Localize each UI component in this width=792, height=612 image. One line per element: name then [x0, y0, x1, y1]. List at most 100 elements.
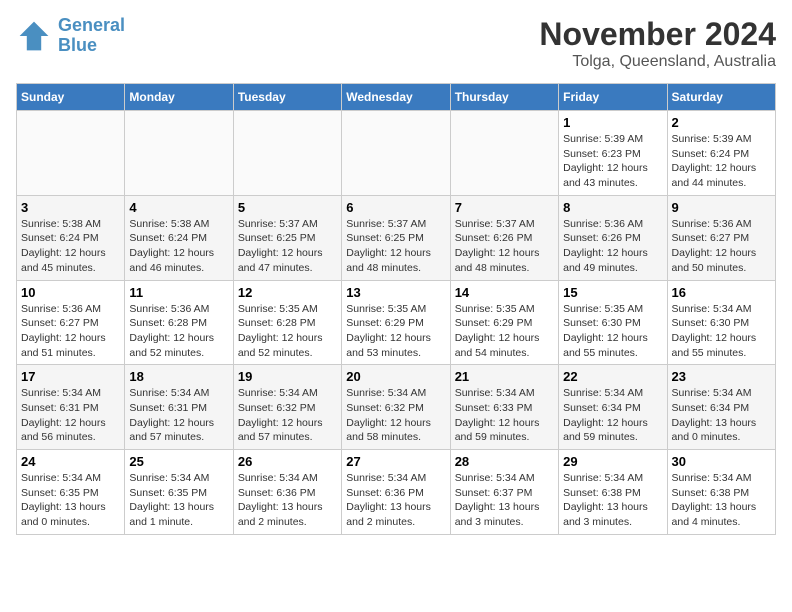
calendar-cell: 14 Sunrise: 5:35 AMSunset: 6:29 PMDaylig…: [450, 280, 558, 365]
calendar-header-row: SundayMondayTuesdayWednesdayThursdayFrid…: [17, 84, 776, 111]
calendar-cell: 1 Sunrise: 5:39 AMSunset: 6:23 PMDayligh…: [559, 111, 667, 196]
day-info: Sunrise: 5:36 AMSunset: 6:27 PMDaylight:…: [672, 217, 771, 276]
logo-blue: Blue: [58, 35, 97, 55]
day-number: 11: [129, 285, 228, 300]
col-header-saturday: Saturday: [667, 84, 775, 111]
day-number: 13: [346, 285, 445, 300]
calendar-cell: 7 Sunrise: 5:37 AMSunset: 6:26 PMDayligh…: [450, 195, 558, 280]
calendar-cell: [342, 111, 450, 196]
day-number: 7: [455, 200, 554, 215]
calendar-cell: 22 Sunrise: 5:34 AMSunset: 6:34 PMDaylig…: [559, 365, 667, 450]
day-info: Sunrise: 5:34 AMSunset: 6:33 PMDaylight:…: [455, 386, 554, 445]
calendar-cell: 28 Sunrise: 5:34 AMSunset: 6:37 PMDaylig…: [450, 450, 558, 535]
calendar-cell: 12 Sunrise: 5:35 AMSunset: 6:28 PMDaylig…: [233, 280, 341, 365]
day-number: 19: [238, 369, 337, 384]
day-info: Sunrise: 5:34 AMSunset: 6:32 PMDaylight:…: [346, 386, 445, 445]
calendar-cell: 30 Sunrise: 5:34 AMSunset: 6:38 PMDaylig…: [667, 450, 775, 535]
calendar-cell: 18 Sunrise: 5:34 AMSunset: 6:31 PMDaylig…: [125, 365, 233, 450]
day-info: Sunrise: 5:34 AMSunset: 6:35 PMDaylight:…: [21, 471, 120, 530]
day-number: 12: [238, 285, 337, 300]
day-info: Sunrise: 5:37 AMSunset: 6:25 PMDaylight:…: [238, 217, 337, 276]
day-info: Sunrise: 5:34 AMSunset: 6:36 PMDaylight:…: [346, 471, 445, 530]
title-area: November 2024 Tolga, Queensland, Austral…: [539, 16, 776, 71]
calendar-cell: 21 Sunrise: 5:34 AMSunset: 6:33 PMDaylig…: [450, 365, 558, 450]
day-number: 4: [129, 200, 228, 215]
day-number: 23: [672, 369, 771, 384]
calendar-cell: 15 Sunrise: 5:35 AMSunset: 6:30 PMDaylig…: [559, 280, 667, 365]
calendar-cell: 8 Sunrise: 5:36 AMSunset: 6:26 PMDayligh…: [559, 195, 667, 280]
calendar-cell: [450, 111, 558, 196]
calendar-cell: 29 Sunrise: 5:34 AMSunset: 6:38 PMDaylig…: [559, 450, 667, 535]
day-info: Sunrise: 5:35 AMSunset: 6:29 PMDaylight:…: [346, 302, 445, 361]
day-info: Sunrise: 5:37 AMSunset: 6:26 PMDaylight:…: [455, 217, 554, 276]
day-number: 15: [563, 285, 662, 300]
day-info: Sunrise: 5:34 AMSunset: 6:34 PMDaylight:…: [563, 386, 662, 445]
day-number: 28: [455, 454, 554, 469]
day-number: 27: [346, 454, 445, 469]
day-info: Sunrise: 5:38 AMSunset: 6:24 PMDaylight:…: [129, 217, 228, 276]
col-header-tuesday: Tuesday: [233, 84, 341, 111]
col-header-monday: Monday: [125, 84, 233, 111]
day-number: 24: [21, 454, 120, 469]
col-header-friday: Friday: [559, 84, 667, 111]
calendar-cell: [233, 111, 341, 196]
day-info: Sunrise: 5:34 AMSunset: 6:34 PMDaylight:…: [672, 386, 771, 445]
day-info: Sunrise: 5:36 AMSunset: 6:28 PMDaylight:…: [129, 302, 228, 361]
col-header-sunday: Sunday: [17, 84, 125, 111]
day-number: 5: [238, 200, 337, 215]
calendar-week-row: 24 Sunrise: 5:34 AMSunset: 6:35 PMDaylig…: [17, 450, 776, 535]
calendar-week-row: 10 Sunrise: 5:36 AMSunset: 6:27 PMDaylig…: [17, 280, 776, 365]
calendar-table: SundayMondayTuesdayWednesdayThursdayFrid…: [16, 83, 776, 535]
day-number: 17: [21, 369, 120, 384]
day-number: 9: [672, 200, 771, 215]
col-header-wednesday: Wednesday: [342, 84, 450, 111]
day-info: Sunrise: 5:34 AMSunset: 6:35 PMDaylight:…: [129, 471, 228, 530]
day-info: Sunrise: 5:34 AMSunset: 6:38 PMDaylight:…: [563, 471, 662, 530]
calendar-cell: 20 Sunrise: 5:34 AMSunset: 6:32 PMDaylig…: [342, 365, 450, 450]
month-title: November 2024: [539, 16, 776, 53]
calendar-cell: 27 Sunrise: 5:34 AMSunset: 6:36 PMDaylig…: [342, 450, 450, 535]
day-info: Sunrise: 5:34 AMSunset: 6:32 PMDaylight:…: [238, 386, 337, 445]
calendar-cell: 6 Sunrise: 5:37 AMSunset: 6:25 PMDayligh…: [342, 195, 450, 280]
logo-icon: [16, 18, 52, 54]
day-info: Sunrise: 5:38 AMSunset: 6:24 PMDaylight:…: [21, 217, 120, 276]
logo: General Blue: [16, 16, 125, 56]
day-number: 30: [672, 454, 771, 469]
calendar-cell: 24 Sunrise: 5:34 AMSunset: 6:35 PMDaylig…: [17, 450, 125, 535]
calendar-cell: [125, 111, 233, 196]
calendar-cell: 5 Sunrise: 5:37 AMSunset: 6:25 PMDayligh…: [233, 195, 341, 280]
calendar-week-row: 17 Sunrise: 5:34 AMSunset: 6:31 PMDaylig…: [17, 365, 776, 450]
logo-text: General Blue: [58, 16, 125, 56]
day-info: Sunrise: 5:34 AMSunset: 6:30 PMDaylight:…: [672, 302, 771, 361]
location: Tolga, Queensland, Australia: [539, 53, 776, 71]
day-number: 10: [21, 285, 120, 300]
calendar-cell: 19 Sunrise: 5:34 AMSunset: 6:32 PMDaylig…: [233, 365, 341, 450]
calendar-cell: 25 Sunrise: 5:34 AMSunset: 6:35 PMDaylig…: [125, 450, 233, 535]
calendar-cell: 17 Sunrise: 5:34 AMSunset: 6:31 PMDaylig…: [17, 365, 125, 450]
day-number: 29: [563, 454, 662, 469]
day-info: Sunrise: 5:36 AMSunset: 6:26 PMDaylight:…: [563, 217, 662, 276]
calendar-cell: 10 Sunrise: 5:36 AMSunset: 6:27 PMDaylig…: [17, 280, 125, 365]
day-info: Sunrise: 5:34 AMSunset: 6:37 PMDaylight:…: [455, 471, 554, 530]
day-info: Sunrise: 5:37 AMSunset: 6:25 PMDaylight:…: [346, 217, 445, 276]
calendar-cell: [17, 111, 125, 196]
day-number: 3: [21, 200, 120, 215]
calendar-week-row: 3 Sunrise: 5:38 AMSunset: 6:24 PMDayligh…: [17, 195, 776, 280]
col-header-thursday: Thursday: [450, 84, 558, 111]
calendar-cell: 13 Sunrise: 5:35 AMSunset: 6:29 PMDaylig…: [342, 280, 450, 365]
day-number: 8: [563, 200, 662, 215]
day-number: 26: [238, 454, 337, 469]
day-info: Sunrise: 5:35 AMSunset: 6:30 PMDaylight:…: [563, 302, 662, 361]
calendar-cell: 2 Sunrise: 5:39 AMSunset: 6:24 PMDayligh…: [667, 111, 775, 196]
day-number: 20: [346, 369, 445, 384]
calendar-week-row: 1 Sunrise: 5:39 AMSunset: 6:23 PMDayligh…: [17, 111, 776, 196]
calendar-cell: 26 Sunrise: 5:34 AMSunset: 6:36 PMDaylig…: [233, 450, 341, 535]
day-number: 18: [129, 369, 228, 384]
day-number: 25: [129, 454, 228, 469]
day-info: Sunrise: 5:35 AMSunset: 6:28 PMDaylight:…: [238, 302, 337, 361]
calendar-cell: 9 Sunrise: 5:36 AMSunset: 6:27 PMDayligh…: [667, 195, 775, 280]
day-number: 6: [346, 200, 445, 215]
calendar-cell: 23 Sunrise: 5:34 AMSunset: 6:34 PMDaylig…: [667, 365, 775, 450]
header: General Blue November 2024 Tolga, Queens…: [16, 16, 776, 71]
day-info: Sunrise: 5:35 AMSunset: 6:29 PMDaylight:…: [455, 302, 554, 361]
